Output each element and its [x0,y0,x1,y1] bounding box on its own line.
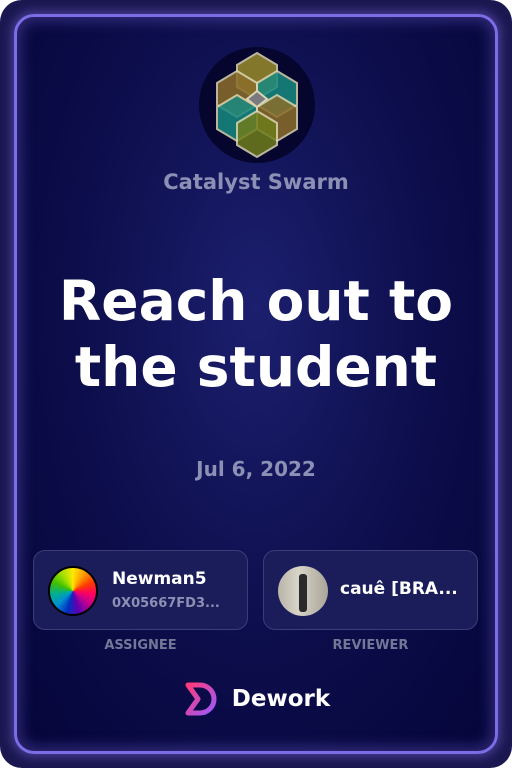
reviewer-label: REVIEWER [332,638,409,653]
brand-name: Dework [231,686,331,712]
dework-brand: Dework [0,680,512,718]
assignee-avatar [48,566,98,616]
assignee-name: Newman5 [112,569,207,589]
organization-logo [199,47,315,163]
organization-name: Catalyst Swarm [163,170,349,194]
assignee-label: ASSIGNEE [104,638,177,653]
reviewer-name: cauê [BRA... [340,579,458,599]
task-date: Jul 6, 2022 [196,457,316,481]
dework-logo-icon [185,682,217,716]
reviewer-card[interactable]: cauê [BRA... [263,550,478,630]
assignee-card[interactable]: Newman5 0X05667FD3... [33,550,248,630]
reviewer-avatar [278,566,328,616]
task-title: Reach out to the student [58,269,454,399]
assignee-address: 0X05667FD3... [112,596,220,611]
